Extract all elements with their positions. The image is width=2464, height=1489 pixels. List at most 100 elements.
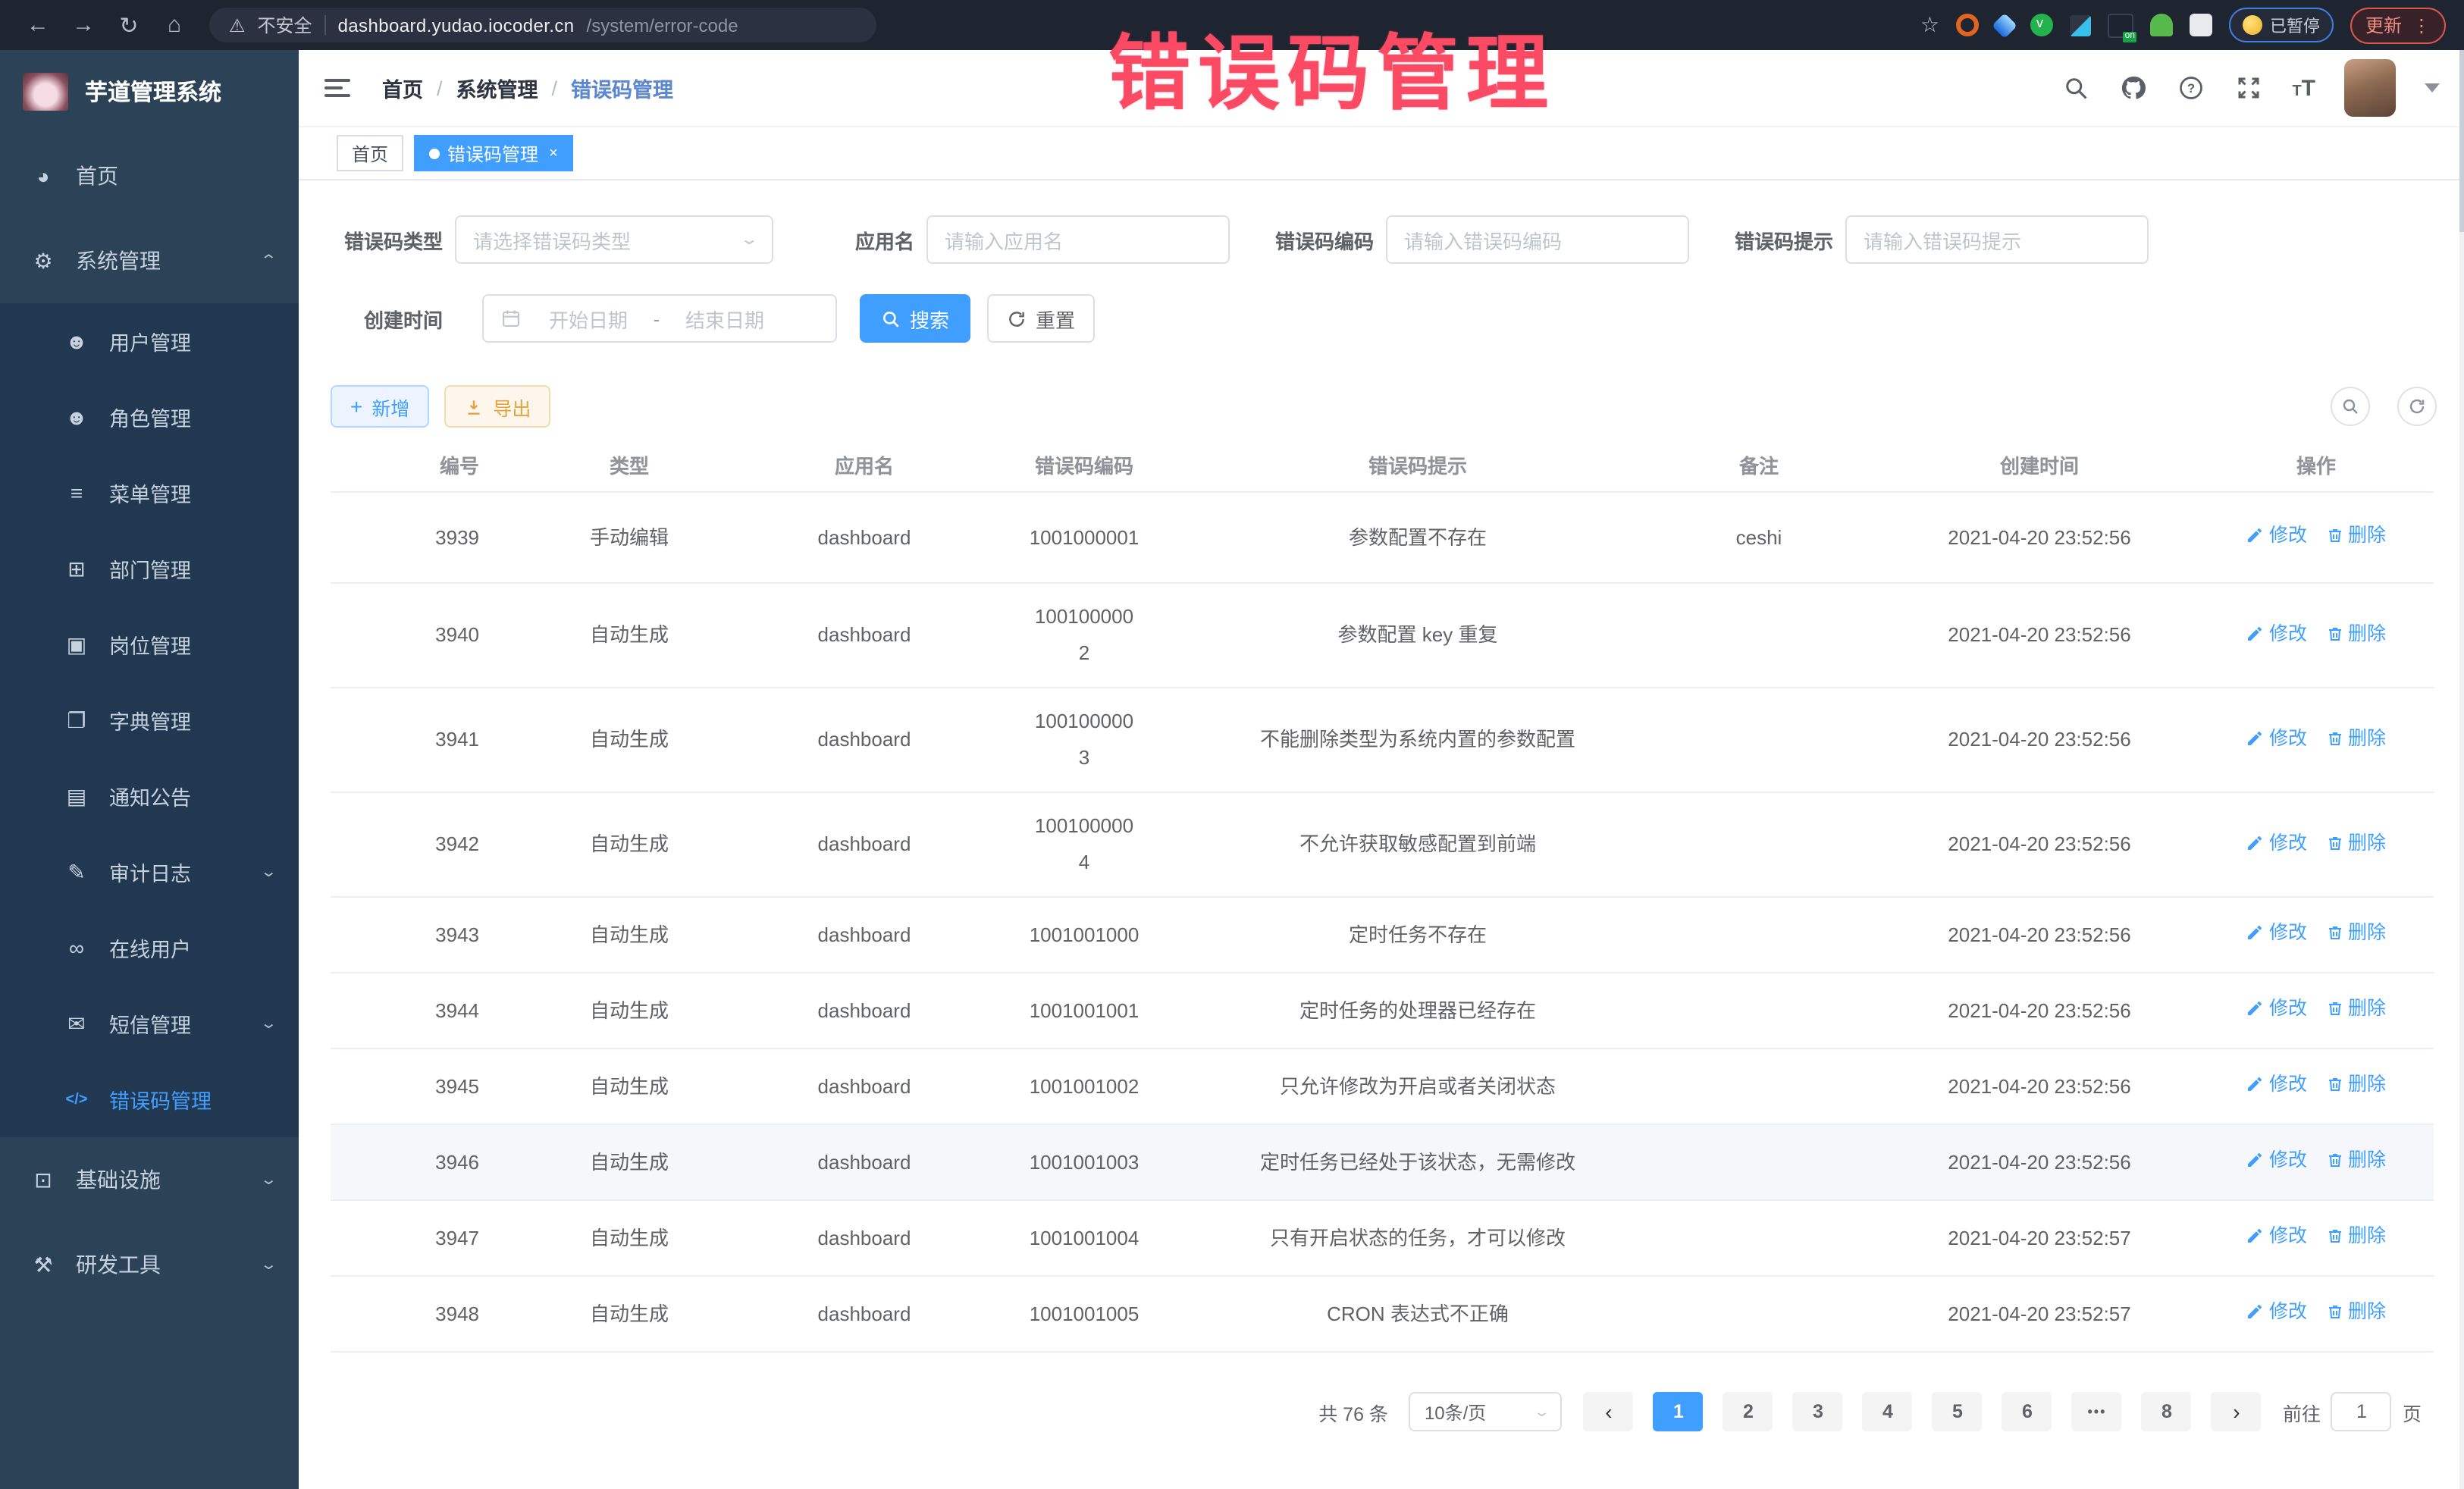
table-row[interactable]: 3940自动生成dashboard1001000002参数配置 key 重复20… [331, 584, 2434, 688]
delete-link[interactable]: 删除 [2325, 1146, 2386, 1175]
hamburger-icon[interactable] [324, 79, 350, 97]
font-size-icon[interactable]: TT [2292, 75, 2315, 101]
edit-link[interactable]: 修改 [2246, 724, 2307, 753]
table-row[interactable]: 3946自动生成dashboard1001001003定时任务已经处于该状态，无… [331, 1125, 2434, 1201]
view-tag-错误码管理[interactable]: 错误码管理× [414, 135, 573, 171]
extension-icon[interactable] [1956, 14, 1979, 36]
extension-gem-icon[interactable] [1992, 12, 2017, 38]
prev-page-button[interactable]: ‹ [1584, 1392, 1634, 1431]
extension-figure-icon[interactable] [2150, 14, 2173, 36]
sidebar-item-基础设施[interactable]: ⊡基础设施⌄ [0, 1137, 299, 1222]
page-button-6[interactable]: 6 [2002, 1392, 2052, 1431]
table-row[interactable]: 3947自动生成dashboard1001001004只有开启状态的任务，才可以… [331, 1201, 2434, 1277]
sidebar-item-错误码管理[interactable]: </>错误码管理 [0, 1061, 299, 1137]
bookmark-star-icon[interactable]: ☆ [1920, 12, 1939, 38]
sidebar-item-菜单管理[interactable]: ≡菜单管理 [0, 455, 299, 531]
address-bar[interactable]: ⚠ 不安全 dashboard.yudao.iocoder.cn/system/… [209, 8, 876, 42]
delete-link[interactable]: 删除 [2325, 1071, 2386, 1099]
sidebar-item-通知公告[interactable]: ▤通知公告 [0, 758, 299, 834]
edit-link[interactable]: 修改 [2246, 919, 2307, 948]
show-search-icon[interactable] [2331, 387, 2370, 426]
extension-green-icon[interactable] [2030, 14, 2053, 36]
page-button-2[interactable]: 2 [1723, 1392, 1773, 1431]
delete-link[interactable]: 删除 [2325, 829, 2386, 857]
delete-link[interactable]: 删除 [2325, 522, 2386, 550]
browser-menu-dots-icon[interactable]: ⋮ [2412, 14, 2431, 36]
goto-page-input[interactable]: 1 [2331, 1392, 2392, 1431]
delete-link[interactable]: 删除 [2325, 995, 2386, 1023]
reset-button[interactable]: 重置 [987, 294, 1095, 343]
sidebar-item-部门管理[interactable]: ⊞部门管理 [0, 531, 299, 607]
sidebar-item-系统管理[interactable]: ⚙系统管理⌃ [0, 218, 299, 303]
edit-link[interactable]: 修改 [2246, 1298, 2307, 1327]
edit-link[interactable]: 修改 [2246, 995, 2307, 1023]
next-page-button[interactable]: › [2212, 1392, 2262, 1431]
delete-link[interactable]: 删除 [2325, 1222, 2386, 1251]
sidebar-item-岗位管理[interactable]: ▣岗位管理 [0, 607, 299, 682]
sidebar-item-用户管理[interactable]: ☻用户管理 [0, 303, 299, 379]
scrollbar-thumb[interactable] [2459, 50, 2464, 232]
edit-link[interactable]: 修改 [2246, 1222, 2307, 1251]
browser-forward-icon[interactable]: → [61, 12, 106, 38]
edit-link[interactable]: 修改 [2246, 619, 2307, 648]
extension-on-badge-icon[interactable] [2108, 13, 2133, 37]
error-hint-input[interactable]: 请输入错误码提示 [1845, 215, 2149, 264]
table-row[interactable]: 3942自动生成dashboard1001000004不允许获取敏感配置到前端2… [331, 793, 2434, 898]
search-icon[interactable] [2061, 74, 2090, 102]
page-button-4[interactable]: 4 [1863, 1392, 1913, 1431]
fullscreen-icon[interactable] [2234, 74, 2263, 102]
help-icon[interactable]: ? [2177, 74, 2205, 102]
browser-home-icon[interactable]: ⌂ [152, 12, 197, 38]
page-button-8[interactable]: 8 [2142, 1392, 2192, 1431]
sidebar-item-研发工具[interactable]: ⚒研发工具⌄ [0, 1222, 299, 1307]
sidebar-item-字典管理[interactable]: ❐字典管理 [0, 682, 299, 758]
browser-back-icon[interactable]: ← [15, 12, 61, 38]
sidebar-item-短信管理[interactable]: ✉短信管理⌄ [0, 986, 299, 1061]
export-button[interactable]: 导出 [444, 385, 550, 428]
table-row[interactable]: 3944自动生成dashboard1001001001定时任务的处理器已经存在2… [331, 973, 2434, 1049]
browser-update-button[interactable]: 更新 ⋮ [2350, 7, 2446, 43]
refresh-icon[interactable] [2397, 387, 2437, 426]
error-code-input[interactable]: 请输入错误码编码 [1386, 215, 1689, 264]
browser-reload-icon[interactable]: ↻ [106, 11, 152, 39]
breadcrumb-system[interactable]: 系统管理 [456, 73, 538, 103]
table-row[interactable]: 3945自动生成dashboard1001001002只允许修改为开启或者关闭状… [331, 1049, 2434, 1125]
search-button[interactable]: 搜索 [860, 294, 970, 343]
error-type-select[interactable]: 请选择错误码类型 ⌄ [455, 215, 773, 264]
cell-create-time: 2021-04-20 23:52:56 [1880, 621, 2199, 650]
edit-link[interactable]: 修改 [2246, 1071, 2307, 1099]
edit-link[interactable]: 修改 [2246, 829, 2307, 857]
date-range-picker[interactable]: 开始日期 - 结束日期 [482, 294, 837, 343]
table-row[interactable]: 3943自动生成dashboard1001001000定时任务不存在2021-0… [331, 898, 2434, 973]
sidebar-item-首页[interactable]: ◕首页 [0, 133, 299, 218]
page-button-1[interactable]: 1 [1654, 1392, 1704, 1431]
table-row[interactable]: 3948自动生成dashboard1001001005CRON 表达式不正确20… [331, 1277, 2434, 1353]
page-button-5[interactable]: 5 [1933, 1392, 1983, 1431]
page-button-3[interactable]: 3 [1793, 1392, 1843, 1431]
edit-link[interactable]: 修改 [2246, 1146, 2307, 1175]
sidebar-item-在线用户[interactable]: ∞在线用户 [0, 910, 299, 986]
page-size-select[interactable]: 10条/页 ⌄ [1409, 1392, 1563, 1431]
breadcrumb-home[interactable]: 首页 [382, 73, 423, 103]
more-pages-button[interactable]: ••• [2072, 1392, 2122, 1431]
delete-link[interactable]: 删除 [2325, 1298, 2386, 1327]
delete-link[interactable]: 删除 [2325, 724, 2386, 753]
table-row[interactable]: 3939手动编辑dashboard1001000001参数配置不存在ceshi2… [331, 493, 2434, 584]
add-button[interactable]: + 新增 [331, 385, 429, 428]
github-icon[interactable] [2119, 74, 2148, 102]
close-tag-icon[interactable]: × [549, 145, 558, 161]
delete-link[interactable]: 删除 [2325, 919, 2386, 948]
edit-link[interactable]: 修改 [2246, 522, 2307, 550]
user-avatar[interactable] [2344, 59, 2396, 117]
sidebar-item-角色管理[interactable]: ☻角色管理 [0, 379, 299, 455]
avatar-caret-icon[interactable] [2425, 83, 2440, 92]
profile-paused-pill[interactable]: 已暂停 [2229, 8, 2334, 42]
table-row[interactable]: 3941自动生成dashboard1001000003不能删除类型为系统内置的参… [331, 688, 2434, 793]
delete-link[interactable]: 删除 [2325, 619, 2386, 648]
app-name-input[interactable]: 请输入应用名 [926, 215, 1230, 264]
extension-squares-icon[interactable] [2070, 14, 2091, 36]
view-tag-首页[interactable]: 首页 [337, 135, 403, 171]
sidebar-item-审计日志[interactable]: ✎审计日志⌄ [0, 834, 299, 910]
scrollbar-track[interactable] [2459, 50, 2464, 1489]
extensions-puzzle-icon[interactable] [2190, 14, 2212, 36]
